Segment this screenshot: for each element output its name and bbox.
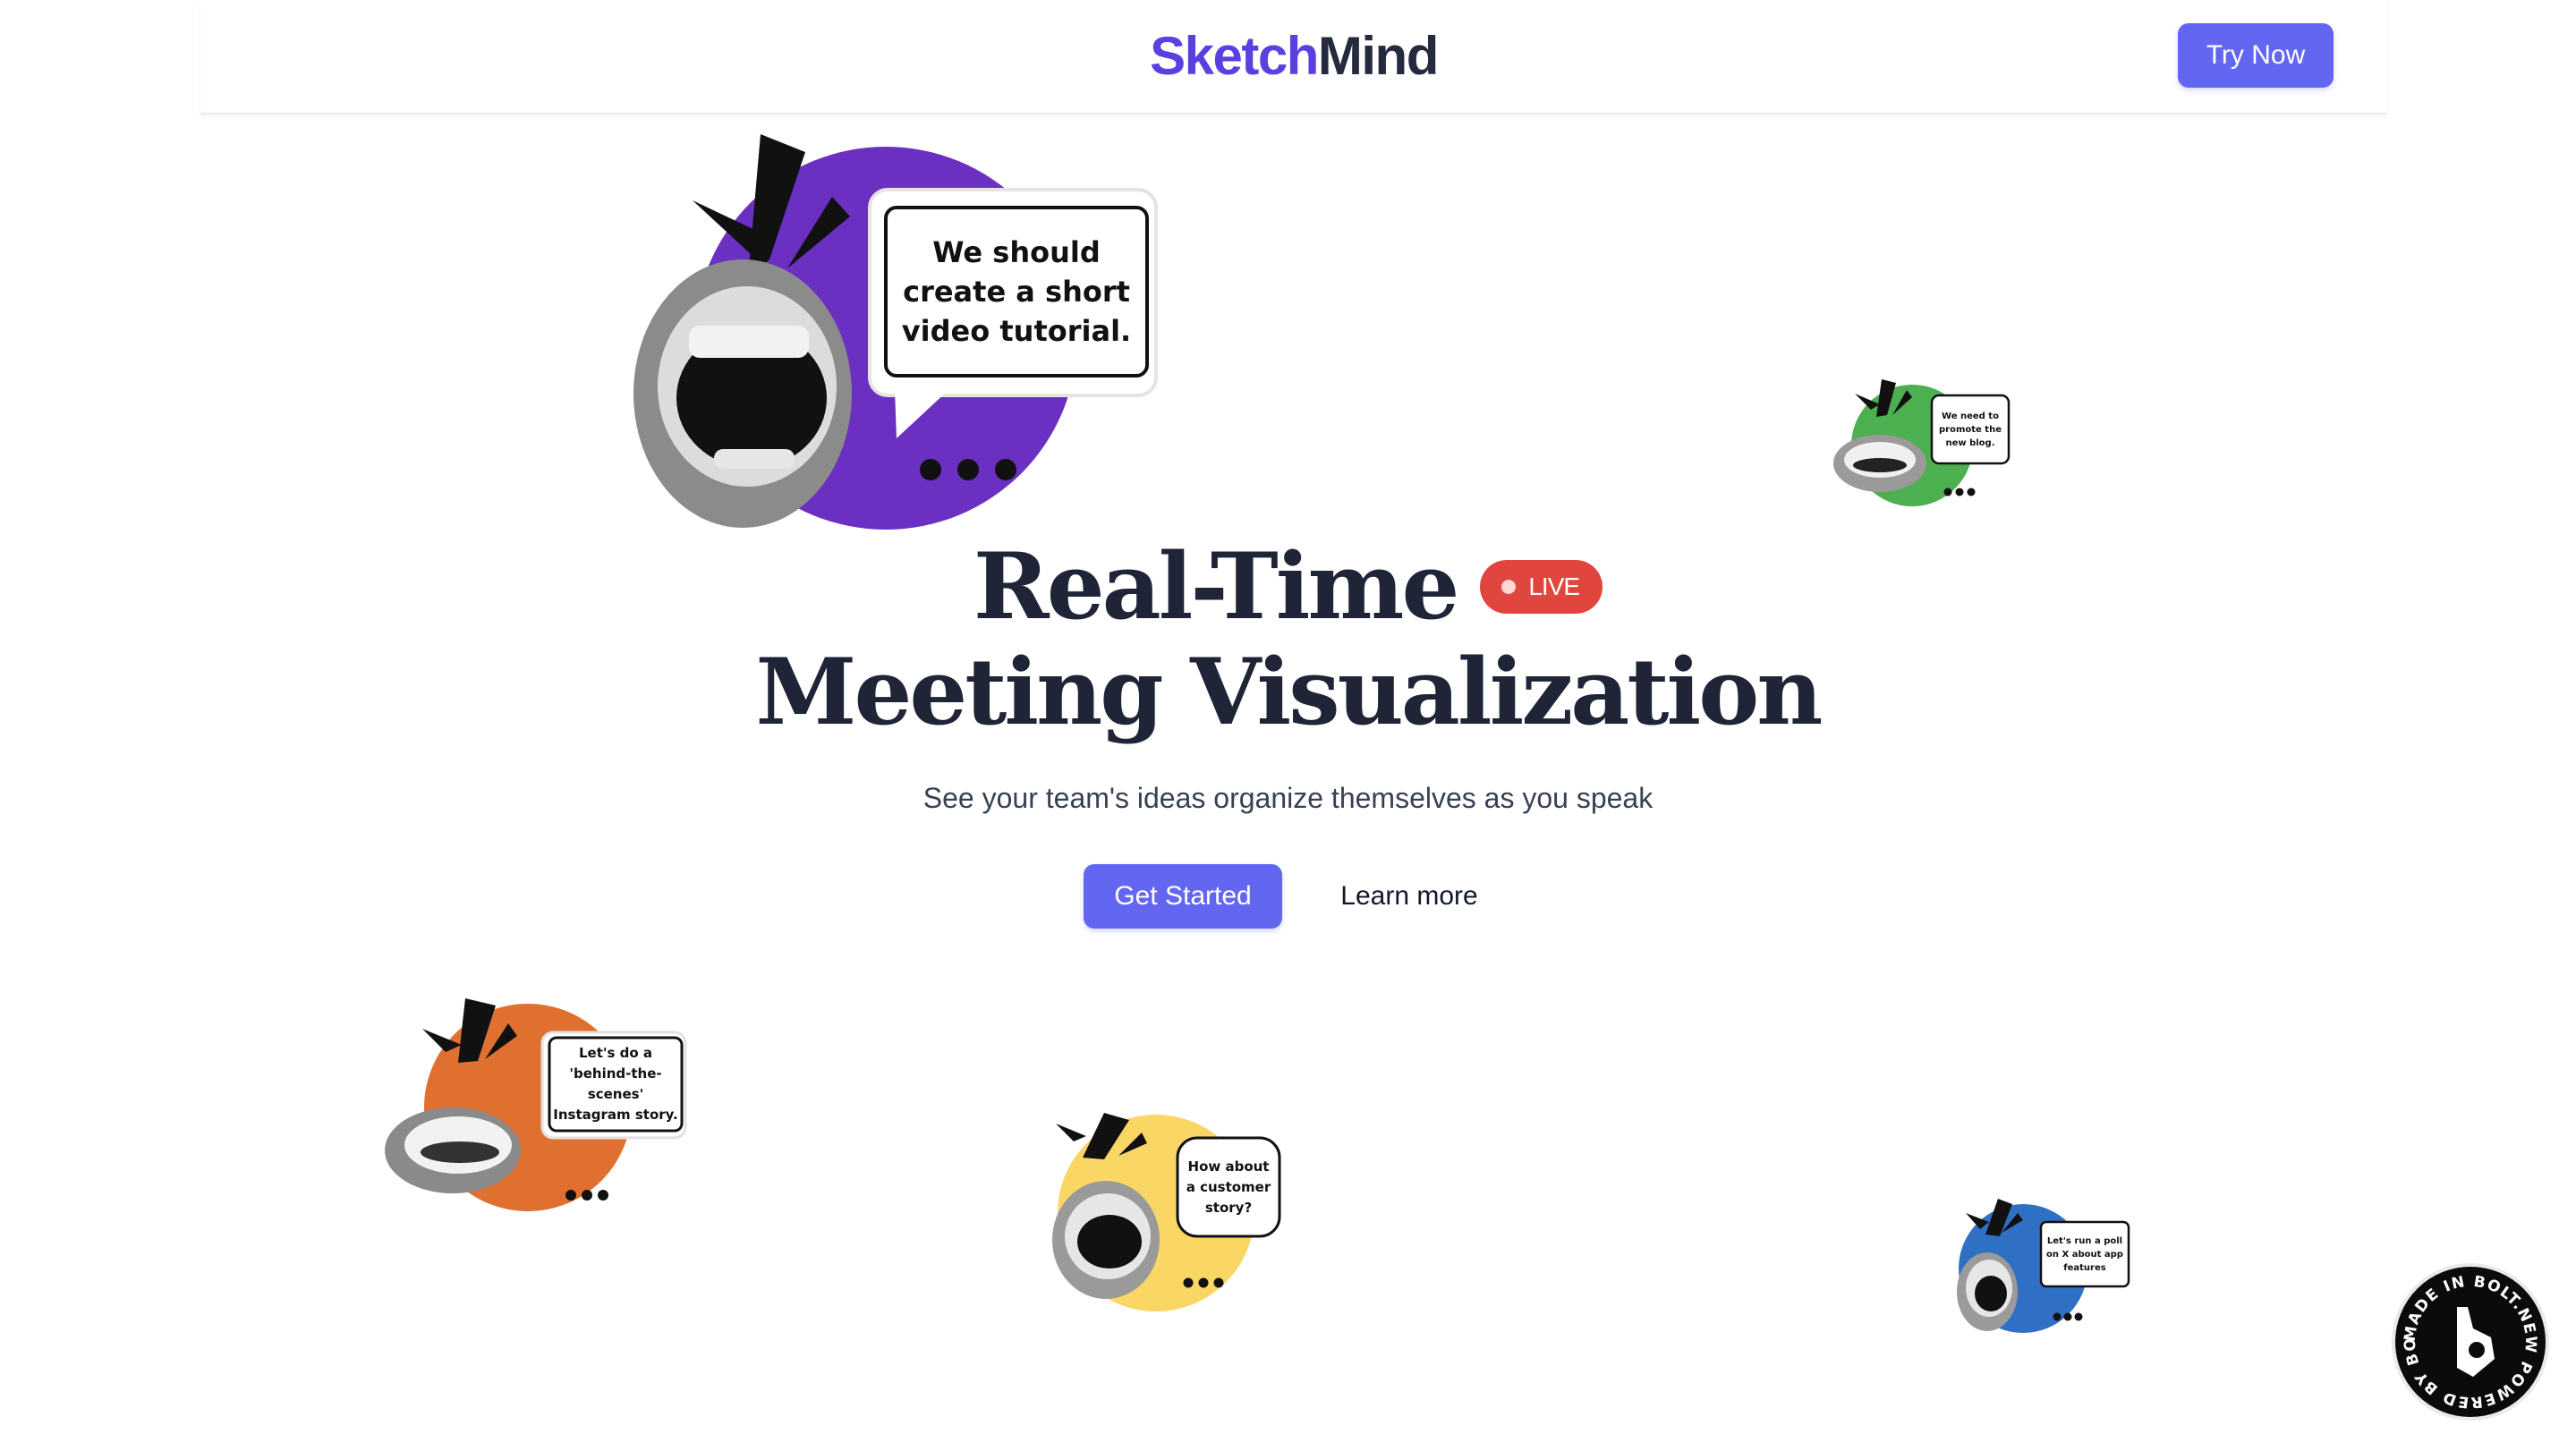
- speech-illustration-purple: We should create a short video tutorial.: [617, 125, 1199, 546]
- speech-illustration-green: We need to promote the new blog.: [1830, 374, 2018, 508]
- live-dot-icon: [1501, 580, 1517, 594]
- top-navbar: SketchMind Try Now: [200, 0, 2387, 115]
- speech-illustration-orange: Let's do a 'behind-the-scenes' Instagram…: [383, 993, 705, 1217]
- bubble-text: Let's do a 'behind-the-scenes' Instagram…: [553, 1045, 678, 1123]
- hero-title-line2: Meeting Visualization: [755, 639, 1824, 746]
- bubble-text: How about a customer story?: [1186, 1158, 1271, 1216]
- bubble-text: Let's run a poll on X about app features: [2046, 1235, 2123, 1273]
- get-started-button[interactable]: Get Started: [1084, 864, 1282, 929]
- logo[interactable]: SketchMind: [1150, 25, 1439, 88]
- bolt-badge[interactable]: MADE IN BOLT.NEW POWERED BY BOLT.NEW: [2382, 1249, 2550, 1421]
- bubble-text: We need to promote the new blog.: [1939, 411, 2002, 448]
- bolt-logo-icon: MADE IN BOLT.NEW POWERED BY BOLT.NEW: [2382, 1249, 2549, 1421]
- bubble-text: We should create a short video tutorial.: [901, 235, 1132, 348]
- logo-text-sketch: Sketch: [1150, 26, 1319, 86]
- live-label: LIVE: [1528, 573, 1580, 600]
- speech-illustration-blue: Let's run a poll on X about app features: [1955, 1193, 2134, 1335]
- try-now-button[interactable]: Try Now: [2178, 23, 2334, 88]
- hero-subtitle: See your team's ideas organize themselve…: [922, 782, 1654, 814]
- logo-text-mind: Mind: [1317, 26, 1439, 86]
- hero-title-line1: Real-Time: [973, 533, 1459, 641]
- hero-title-line1-row: Real-Time LIVE: [0, 533, 2576, 641]
- live-badge: LIVE: [1480, 560, 1603, 614]
- speech-illustration-yellow: How about a customer story?: [1047, 1106, 1288, 1311]
- learn-more-link[interactable]: Learn more: [1324, 864, 1494, 929]
